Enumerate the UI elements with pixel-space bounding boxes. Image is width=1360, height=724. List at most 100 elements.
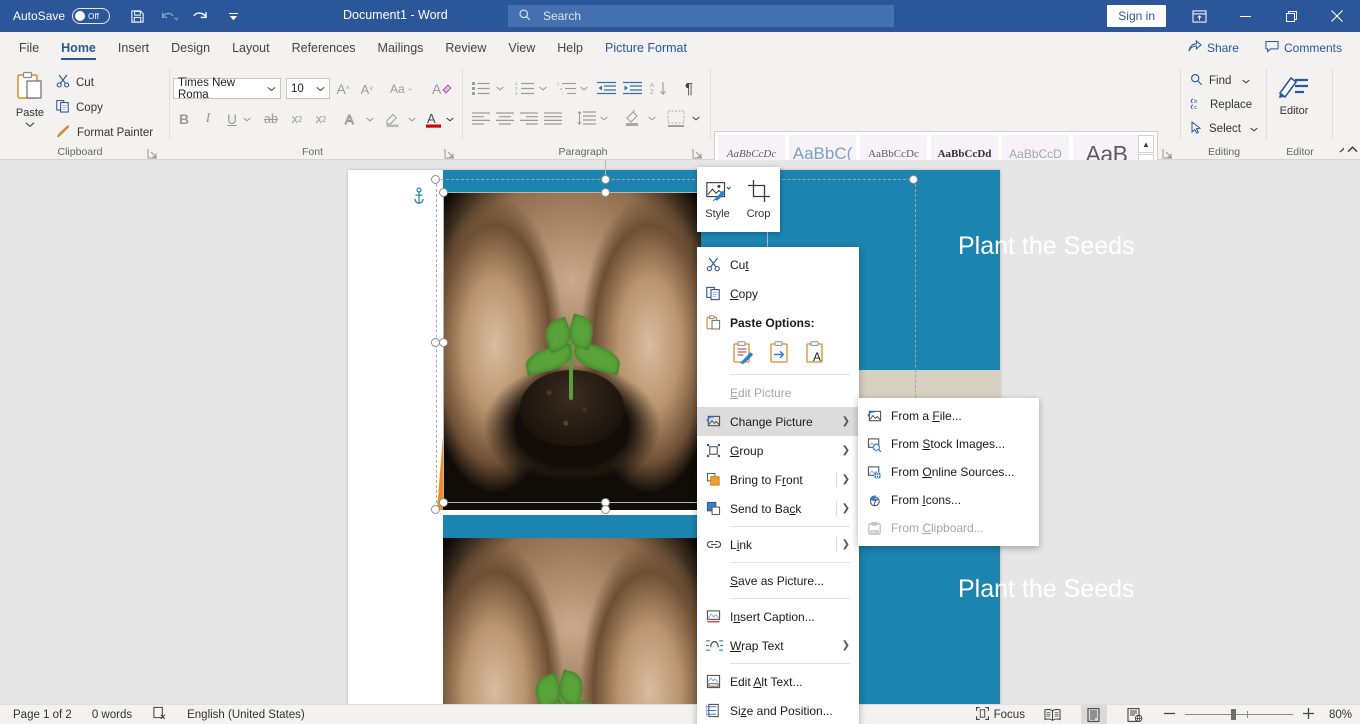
align-left-icon[interactable] [470,107,492,129]
comments-button[interactable]: Comments [1255,36,1352,59]
context-menu-item-group[interactable]: Group ❯ [697,436,859,465]
picture-icon[interactable] [767,340,792,365]
clear-formatting-icon[interactable]: A [428,78,456,100]
multilevel-list-icon[interactable]: 1ai [554,77,578,99]
align-center-icon[interactable] [494,107,516,129]
sort-icon[interactable]: AZ [648,77,670,99]
shading-dropdown-icon[interactable] [646,107,658,129]
clipboard-dialog-launcher[interactable] [147,146,158,157]
tab-references[interactable]: References [281,32,367,63]
redo-icon[interactable] [191,6,211,26]
context-menu-item-edit-alt-text[interactable]: Edit Alt Text... [697,667,859,696]
context-menu-item-send-to-back[interactable]: Send to Back ❯ [697,494,859,523]
selection-handle-s-outer[interactable] [601,505,610,514]
tab-design[interactable]: Design [160,32,221,63]
multilevel-dropdown-icon[interactable] [578,77,590,99]
font-name-input[interactable]: Times New Roma [173,78,281,99]
tab-view[interactable]: View [497,32,546,63]
context-menu-item-change-picture[interactable]: Change Picture ❯ [697,407,859,436]
selection-handle-n-outer[interactable] [601,175,610,184]
zoom-track[interactable] [1185,714,1293,715]
submenu-item-from-online-sources[interactable]: From Online Sources... [858,458,1039,486]
cut-button[interactable]: Cut [56,74,94,91]
shading-icon[interactable] [620,107,644,129]
tab-review[interactable]: Review [434,32,497,63]
selection-handle-ne-outer[interactable] [909,175,918,184]
copy-button[interactable]: Copy [56,99,103,116]
grow-font-icon[interactable]: A^ [332,78,354,100]
numbering-icon[interactable]: 123 [512,77,536,99]
sign-in-button[interactable]: Sign in [1107,5,1166,27]
close-icon[interactable] [1314,0,1360,32]
zoom-level[interactable]: 80% [1329,709,1352,721]
context-menu-item-cut[interactable]: Cut [697,250,859,279]
superscript-button[interactable]: x2 [310,108,332,130]
zoom-thumb[interactable] [1231,709,1236,720]
mini-toolbar-style-button[interactable]: Style [697,167,738,232]
print-layout-icon[interactable] [1081,705,1107,724]
submenu-item-from-icons[interactable]: From Icons... [858,486,1039,514]
scroll-up-icon[interactable]: ▲ [1138,135,1154,153]
bold-button[interactable]: B [173,108,195,130]
undo-icon[interactable] [159,6,179,26]
select-button[interactable]: Select [1190,121,1258,137]
context-menu-item-link[interactable]: Link ❯ [697,530,859,559]
mini-toolbar-crop-button[interactable]: Crop [738,167,779,232]
share-button[interactable]: Share [1178,36,1249,59]
tab-mailings[interactable]: Mailings [367,32,435,63]
keep-text-only-icon[interactable]: A [803,340,828,365]
save-icon[interactable] [127,6,147,26]
tab-layout[interactable]: Layout [221,32,281,63]
restore-icon[interactable] [1268,0,1314,32]
selection-handle-nw-outer[interactable] [431,175,440,184]
tab-home[interactable]: Home [50,32,107,63]
font-dialog-launcher[interactable] [444,146,455,157]
paste-button[interactable]: Paste [10,69,50,131]
shrink-font-icon[interactable]: A˅ [356,78,378,100]
context-menu-item-bring-to-front[interactable]: Bring to Front ❯ [697,465,859,494]
underline-button[interactable]: U [221,108,243,130]
tab-picture-format[interactable]: Picture Format [594,32,698,63]
strikethrough-button[interactable]: ab [260,108,282,130]
numbering-dropdown-icon[interactable] [537,77,549,99]
web-layout-icon[interactable] [1122,705,1148,724]
editor-button[interactable]: Editor [1272,71,1316,117]
font-color-dropdown-icon[interactable] [444,108,456,130]
text-highlight-icon[interactable] [382,108,406,130]
selection-handle-n[interactable] [601,188,610,197]
zoom-slider[interactable]: 80% [1163,707,1352,723]
selection-handle-nw[interactable] [439,188,448,197]
line-spacing-dropdown-icon[interactable] [598,107,610,129]
submenu-item-from-a-file[interactable]: From a File... [858,402,1039,430]
context-menu-item-copy[interactable]: Copy [697,279,859,308]
zoom-in-icon[interactable] [1302,707,1315,723]
zoom-out-icon[interactable] [1163,707,1176,723]
change-case-icon[interactable]: Aa [390,78,412,100]
tab-insert[interactable]: Insert [107,32,160,63]
focus-button[interactable]: Focus [976,707,1025,723]
context-menu-item-wrap-text[interactable]: Wrap Text ❯ [697,631,859,660]
proofing-errors-icon[interactable] [152,706,167,723]
line-spacing-icon[interactable] [574,107,598,129]
context-menu-item-save-as-picture[interactable]: Save as Picture... [697,566,859,595]
read-mode-icon[interactable] [1040,705,1066,724]
selection-handle-sw-outer[interactable] [431,505,440,514]
bullets-icon[interactable] [470,77,492,99]
justify-icon[interactable] [542,107,564,129]
find-button[interactable]: Find [1190,73,1250,89]
highlight-dropdown-icon[interactable] [406,108,418,130]
context-menu-item-insert-caption[interactable]: Insert Caption... [697,602,859,631]
keep-source-formatting-icon[interactable] [731,340,756,365]
selection-handle-sw[interactable] [439,498,448,507]
autosave-control[interactable]: AutoSave Off [13,8,110,24]
decrease-indent-icon[interactable] [594,77,618,99]
context-menu-item-size-and-position[interactable]: Size and Position... [697,696,859,724]
search-input[interactable]: Search [508,5,894,27]
underline-dropdown-icon[interactable] [241,108,253,130]
text-effects-dropdown-icon[interactable] [364,108,376,130]
customize-quick-access-icon[interactable] [223,6,243,26]
bullets-dropdown-icon[interactable] [494,77,506,99]
scroll-up-button[interactable] [1344,140,1360,158]
borders-dropdown-icon[interactable] [690,107,702,129]
autosave-toggle[interactable]: Off [72,8,110,24]
